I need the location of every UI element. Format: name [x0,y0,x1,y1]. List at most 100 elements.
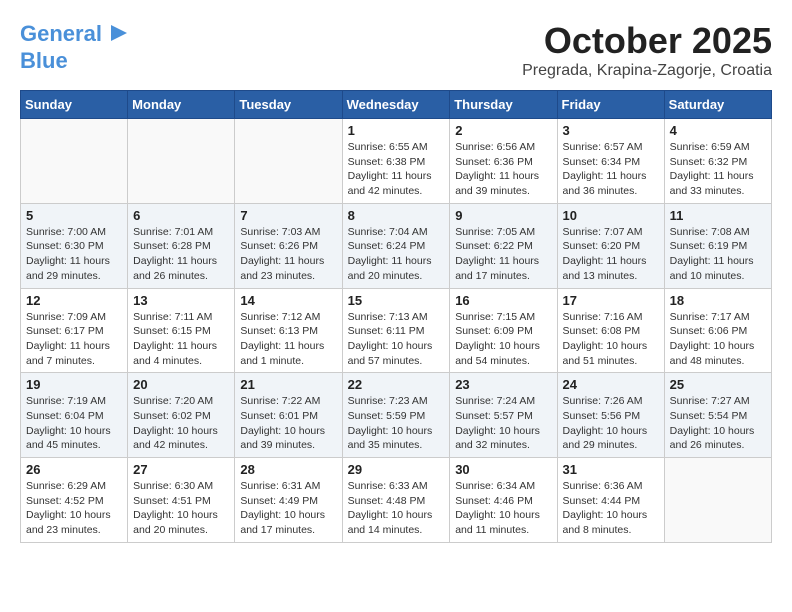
calendar-cell: 21 Sunrise: 7:22 AM Sunset: 6:01 PM Dayli… [235,373,342,458]
day-info: Sunrise: 7:09 AM Sunset: 6:17 PM Dayligh… [26,310,122,369]
day-number: 17 [563,293,659,308]
day-info: Sunrise: 7:24 AM Sunset: 5:57 PM Dayligh… [455,394,551,453]
logo-arrow-icon [107,22,129,44]
day-info: Sunrise: 7:26 AM Sunset: 5:56 PM Dayligh… [563,394,659,453]
calendar-cell: 12 Sunrise: 7:09 AM Sunset: 6:17 PM Dayli… [21,288,128,373]
calendar-cell: 25Sunrise: 7:27 AM Sunset: 5:54 PM Dayli… [664,373,771,458]
day-number: 8 [348,208,445,223]
calendar-cell: 7 Sunrise: 7:03 AM Sunset: 6:26 PM Daylig… [235,203,342,288]
page-header: General Blue October 2025 Pregrada, Krap… [20,20,772,80]
calendar-header-wednesday: Wednesday [342,91,450,119]
calendar-cell: 2Sunrise: 6:56 AM Sunset: 6:36 PM Daylig… [450,119,557,204]
day-number: 21 [240,377,336,392]
day-number: 29 [348,462,445,477]
day-info: Sunrise: 6:36 AM Sunset: 4:44 PM Dayligh… [563,479,659,538]
day-info: Sunrise: 7:27 AM Sunset: 5:54 PM Dayligh… [670,394,766,453]
day-info: Sunrise: 6:34 AM Sunset: 4:46 PM Dayligh… [455,479,551,538]
calendar-cell: 3Sunrise: 6:57 AM Sunset: 6:34 PM Daylig… [557,119,664,204]
calendar-cell: 15Sunrise: 7:13 AM Sunset: 6:11 PM Dayli… [342,288,450,373]
location: Pregrada, Krapina-Zagorje, Croatia [522,62,772,80]
calendar-week-row: 26Sunrise: 6:29 AM Sunset: 4:52 PM Dayli… [21,458,772,543]
day-number: 9 [455,208,551,223]
calendar-cell: 18 Sunrise: 7:17 AM Sunset: 6:06 PM Dayli… [664,288,771,373]
day-info: Sunrise: 6:57 AM Sunset: 6:34 PM Dayligh… [563,140,659,199]
day-number: 7 [240,208,336,223]
title-block: October 2025 Pregrada, Krapina-Zagorje, … [522,20,772,80]
day-info: Sunrise: 7:03 AM Sunset: 6:26 PM Dayligh… [240,225,336,284]
day-number: 14 [240,293,336,308]
calendar-cell: 13 Sunrise: 7:11 AM Sunset: 6:15 PM Dayli… [128,288,235,373]
calendar-cell: 17 Sunrise: 7:16 AM Sunset: 6:08 PM Dayli… [557,288,664,373]
month-title: October 2025 [522,20,772,62]
day-number: 18 [670,293,766,308]
day-number: 12 [26,293,122,308]
day-number: 5 [26,208,122,223]
calendar-cell [21,119,128,204]
day-info: Sunrise: 7:00 AM Sunset: 6:30 PM Dayligh… [26,225,122,284]
calendar-cell: 29 Sunrise: 6:33 AM Sunset: 4:48 PM Dayli… [342,458,450,543]
logo: General Blue [20,20,129,73]
day-number: 4 [670,123,766,138]
calendar-cell: 9 Sunrise: 7:05 AM Sunset: 6:22 PM Daylig… [450,203,557,288]
calendar-header-friday: Friday [557,91,664,119]
day-number: 6 [133,208,229,223]
day-info: Sunrise: 6:33 AM Sunset: 4:48 PM Dayligh… [348,479,445,538]
day-info: Sunrise: 7:22 AM Sunset: 6:01 PM Dayligh… [240,394,336,453]
calendar-cell: 20 Sunrise: 7:20 AM Sunset: 6:02 PM Dayli… [128,373,235,458]
day-info: Sunrise: 7:23 AM Sunset: 5:59 PM Dayligh… [348,394,445,453]
day-info: Sunrise: 7:16 AM Sunset: 6:08 PM Dayligh… [563,310,659,369]
calendar-cell [128,119,235,204]
day-info: Sunrise: 7:07 AM Sunset: 6:20 PM Dayligh… [563,225,659,284]
calendar-cell: 1 Sunrise: 6:55 AM Sunset: 6:38 PM Daylig… [342,119,450,204]
day-info: Sunrise: 7:05 AM Sunset: 6:22 PM Dayligh… [455,225,551,284]
calendar-cell: 6 Sunrise: 7:01 AM Sunset: 6:28 PM Daylig… [128,203,235,288]
calendar-cell: 10Sunrise: 7:07 AM Sunset: 6:20 PM Dayli… [557,203,664,288]
day-number: 16 [455,293,551,308]
day-number: 15 [348,293,445,308]
calendar-week-row: 1 Sunrise: 6:55 AM Sunset: 6:38 PM Daylig… [21,119,772,204]
day-number: 27 [133,462,229,477]
day-number: 1 [348,123,445,138]
calendar-cell: 5 Sunrise: 7:00 AM Sunset: 6:30 PM Daylig… [21,203,128,288]
day-info: Sunrise: 7:11 AM Sunset: 6:15 PM Dayligh… [133,310,229,369]
calendar-cell: 28Sunrise: 6:31 AM Sunset: 4:49 PM Dayli… [235,458,342,543]
day-number: 31 [563,462,659,477]
day-info: Sunrise: 7:19 AM Sunset: 6:04 PM Dayligh… [26,394,122,453]
day-info: Sunrise: 7:17 AM Sunset: 6:06 PM Dayligh… [670,310,766,369]
calendar-table: SundayMondayTuesdayWednesdayThursdayFrid… [20,90,772,543]
day-number: 24 [563,377,659,392]
calendar-cell: 4 Sunrise: 6:59 AM Sunset: 6:32 PM Daylig… [664,119,771,204]
calendar-cell: 31 Sunrise: 6:36 AM Sunset: 4:44 PM Dayli… [557,458,664,543]
calendar-cell: 16Sunrise: 7:15 AM Sunset: 6:09 PM Dayli… [450,288,557,373]
day-number: 20 [133,377,229,392]
day-info: Sunrise: 6:59 AM Sunset: 6:32 PM Dayligh… [670,140,766,199]
day-info: Sunrise: 7:01 AM Sunset: 6:28 PM Dayligh… [133,225,229,284]
day-number: 11 [670,208,766,223]
day-number: 23 [455,377,551,392]
day-info: Sunrise: 7:20 AM Sunset: 6:02 PM Dayligh… [133,394,229,453]
calendar-header-tuesday: Tuesday [235,91,342,119]
day-number: 19 [26,377,122,392]
calendar-cell: 26Sunrise: 6:29 AM Sunset: 4:52 PM Dayli… [21,458,128,543]
calendar-body: 1 Sunrise: 6:55 AM Sunset: 6:38 PM Daylig… [21,119,772,543]
calendar-cell: 24 Sunrise: 7:26 AM Sunset: 5:56 PM Dayli… [557,373,664,458]
day-info: Sunrise: 6:55 AM Sunset: 6:38 PM Dayligh… [348,140,445,199]
calendar-cell: 14 Sunrise: 7:12 AM Sunset: 6:13 PM Dayli… [235,288,342,373]
calendar-cell: 23 Sunrise: 7:24 AM Sunset: 5:57 PM Dayli… [450,373,557,458]
calendar-week-row: 5 Sunrise: 7:00 AM Sunset: 6:30 PM Daylig… [21,203,772,288]
calendar-cell: 11 Sunrise: 7:08 AM Sunset: 6:19 PM Dayli… [664,203,771,288]
day-info: Sunrise: 7:08 AM Sunset: 6:19 PM Dayligh… [670,225,766,284]
day-number: 13 [133,293,229,308]
calendar-header-saturday: Saturday [664,91,771,119]
calendar-cell: 22Sunrise: 7:23 AM Sunset: 5:59 PM Dayli… [342,373,450,458]
calendar-cell: 30 Sunrise: 6:34 AM Sunset: 4:46 PM Dayli… [450,458,557,543]
day-info: Sunrise: 6:56 AM Sunset: 6:36 PM Dayligh… [455,140,551,199]
calendar-cell: 8Sunrise: 7:04 AM Sunset: 6:24 PM Daylig… [342,203,450,288]
calendar-cell: 27Sunrise: 6:30 AM Sunset: 4:51 PM Dayli… [128,458,235,543]
calendar-cell [235,119,342,204]
day-number: 30 [455,462,551,477]
calendar-week-row: 12 Sunrise: 7:09 AM Sunset: 6:17 PM Dayli… [21,288,772,373]
day-info: Sunrise: 7:12 AM Sunset: 6:13 PM Dayligh… [240,310,336,369]
calendar-header-monday: Monday [128,91,235,119]
day-info: Sunrise: 6:31 AM Sunset: 4:49 PM Dayligh… [240,479,336,538]
